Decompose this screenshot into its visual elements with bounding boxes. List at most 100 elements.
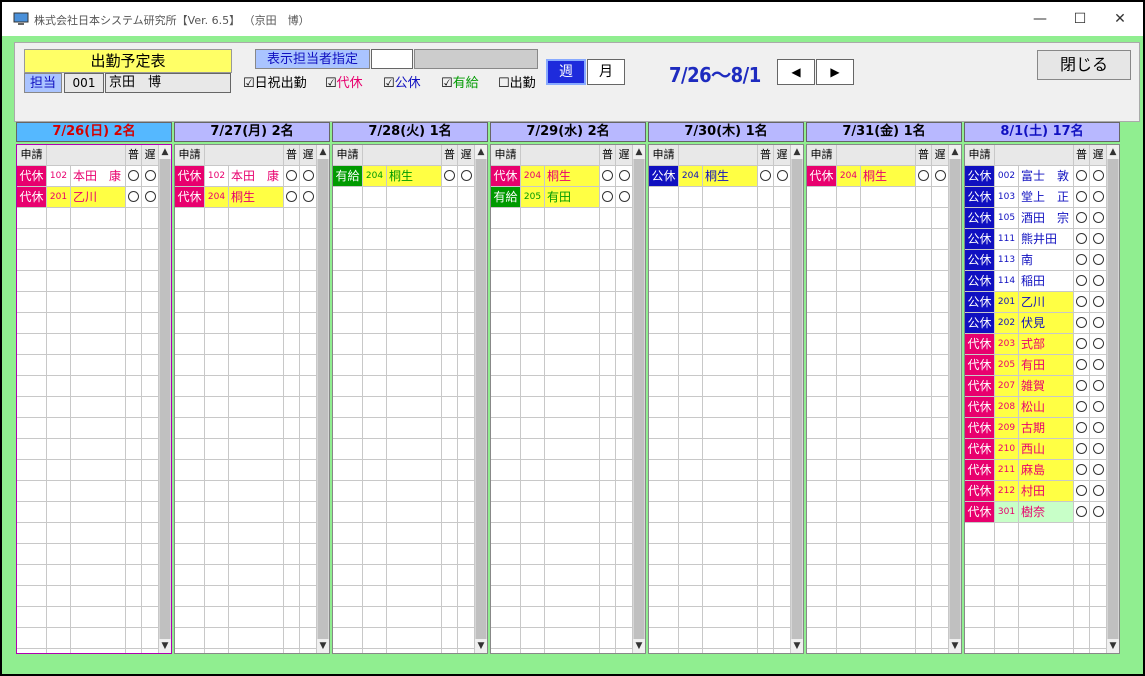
schedule-row[interactable]: 代休 102 本田 康 — [175, 166, 317, 187]
late-radio-cell[interactable] — [1090, 439, 1107, 459]
empty-row[interactable] — [333, 586, 475, 607]
empty-row[interactable] — [965, 565, 1107, 586]
empty-row[interactable] — [965, 523, 1107, 544]
radio-icon[interactable] — [618, 169, 630, 181]
radio-icon[interactable] — [1076, 379, 1087, 391]
empty-row[interactable] — [649, 229, 791, 250]
empty-row[interactable] — [649, 502, 791, 523]
empty-row[interactable] — [175, 334, 317, 355]
late-radio-cell[interactable] — [1090, 208, 1107, 228]
empty-row[interactable] — [649, 313, 791, 334]
radio-icon[interactable] — [1092, 295, 1104, 307]
empty-row[interactable] — [175, 418, 317, 439]
late-radio-cell[interactable] — [300, 166, 317, 186]
schedule-row[interactable]: 代休 204 桐生 — [175, 187, 317, 208]
schedule-row[interactable]: 有給 204 桐生 — [333, 166, 475, 187]
radio-icon[interactable] — [1076, 442, 1087, 454]
empty-row[interactable] — [333, 250, 475, 271]
radio-icon[interactable] — [1092, 169, 1104, 181]
empty-row[interactable] — [807, 439, 949, 460]
radio-icon[interactable] — [918, 169, 929, 181]
empty-row[interactable] — [333, 460, 475, 481]
empty-row[interactable] — [333, 544, 475, 565]
radio-icon[interactable] — [602, 169, 613, 181]
radio-icon[interactable] — [1092, 190, 1104, 202]
radio-icon[interactable] — [1092, 358, 1104, 370]
empty-row[interactable] — [807, 313, 949, 334]
normal-radio-cell[interactable] — [1074, 250, 1090, 270]
radio-icon[interactable] — [144, 169, 156, 181]
empty-row[interactable] — [491, 481, 633, 502]
scroll-down-icon[interactable]: ▼ — [475, 639, 487, 653]
month-view-button[interactable]: 月 — [587, 59, 625, 85]
empty-row[interactable] — [491, 586, 633, 607]
normal-radio-cell[interactable] — [1074, 439, 1090, 459]
empty-row[interactable] — [649, 208, 791, 229]
empty-row[interactable] — [175, 313, 317, 334]
radio-icon[interactable] — [1076, 505, 1087, 517]
scroll-thumb[interactable] — [634, 159, 644, 639]
scroll-down-icon[interactable]: ▼ — [1107, 639, 1119, 653]
late-radio-cell[interactable] — [1090, 187, 1107, 207]
radio-icon[interactable] — [760, 169, 771, 181]
empty-row[interactable] — [333, 439, 475, 460]
late-radio-cell[interactable] — [1090, 397, 1107, 417]
empty-row[interactable] — [333, 271, 475, 292]
filter-checkbox[interactable]: ☑日祝出勤 — [243, 74, 307, 94]
normal-radio-cell[interactable] — [1074, 229, 1090, 249]
empty-row[interactable] — [491, 607, 633, 628]
late-radio-cell[interactable] — [616, 166, 633, 186]
empty-row[interactable] — [807, 250, 949, 271]
late-radio-cell[interactable] — [1090, 460, 1107, 480]
schedule-row[interactable]: 代休 211 麻島 — [965, 460, 1107, 481]
empty-row[interactable] — [807, 292, 949, 313]
vertical-scrollbar[interactable]: ▲ ▼ — [1107, 145, 1119, 653]
empty-row[interactable] — [175, 250, 317, 271]
schedule-row[interactable]: 代休 210 西山 — [965, 439, 1107, 460]
radio-icon[interactable] — [1076, 169, 1087, 181]
radio-icon[interactable] — [1092, 232, 1104, 244]
scroll-down-icon[interactable]: ▼ — [159, 639, 171, 653]
empty-row[interactable] — [649, 565, 791, 586]
empty-row[interactable] — [649, 187, 791, 208]
scroll-up-icon[interactable]: ▲ — [633, 145, 645, 159]
radio-icon[interactable] — [1076, 190, 1087, 202]
radio-icon[interactable] — [1092, 337, 1104, 349]
schedule-row[interactable]: 公休 113 南 — [965, 250, 1107, 271]
late-radio-cell[interactable] — [1090, 229, 1107, 249]
normal-radio-cell[interactable] — [758, 166, 774, 186]
late-radio-cell[interactable] — [774, 166, 791, 186]
scroll-down-icon[interactable]: ▼ — [633, 639, 645, 653]
radio-icon[interactable] — [1076, 295, 1087, 307]
late-radio-cell[interactable] — [142, 187, 159, 207]
empty-row[interactable] — [649, 607, 791, 628]
normal-radio-cell[interactable] — [1074, 313, 1090, 333]
radio-icon[interactable] — [1092, 421, 1104, 433]
empty-row[interactable] — [491, 208, 633, 229]
empty-row[interactable] — [649, 523, 791, 544]
empty-row[interactable] — [807, 397, 949, 418]
normal-radio-cell[interactable] — [1074, 481, 1090, 501]
empty-row[interactable] — [649, 544, 791, 565]
empty-row[interactable] — [17, 544, 159, 565]
empty-row[interactable] — [17, 628, 159, 649]
empty-row[interactable] — [17, 250, 159, 271]
empty-row[interactable] — [807, 586, 949, 607]
schedule-row[interactable]: 代休 209 古期 — [965, 418, 1107, 439]
empty-row[interactable] — [649, 334, 791, 355]
normal-radio-cell[interactable] — [1074, 292, 1090, 312]
scroll-up-icon[interactable]: ▲ — [791, 145, 803, 159]
empty-row[interactable] — [807, 565, 949, 586]
radio-icon[interactable] — [1092, 484, 1104, 496]
empty-row[interactable] — [649, 649, 791, 653]
filter-checkbox[interactable]: ☑代休 — [325, 74, 363, 94]
schedule-row[interactable]: 公休 103 堂上 正 — [965, 187, 1107, 208]
normal-radio-cell[interactable] — [916, 166, 932, 186]
empty-row[interactable] — [807, 544, 949, 565]
radio-icon[interactable] — [1076, 316, 1087, 328]
schedule-row[interactable]: 公休 111 熊井田 — [965, 229, 1107, 250]
empty-row[interactable] — [17, 355, 159, 376]
schedule-row[interactable]: 代休 208 松山 — [965, 397, 1107, 418]
late-radio-cell[interactable] — [1090, 376, 1107, 396]
schedule-row[interactable]: 公休 204 桐生 — [649, 166, 791, 187]
